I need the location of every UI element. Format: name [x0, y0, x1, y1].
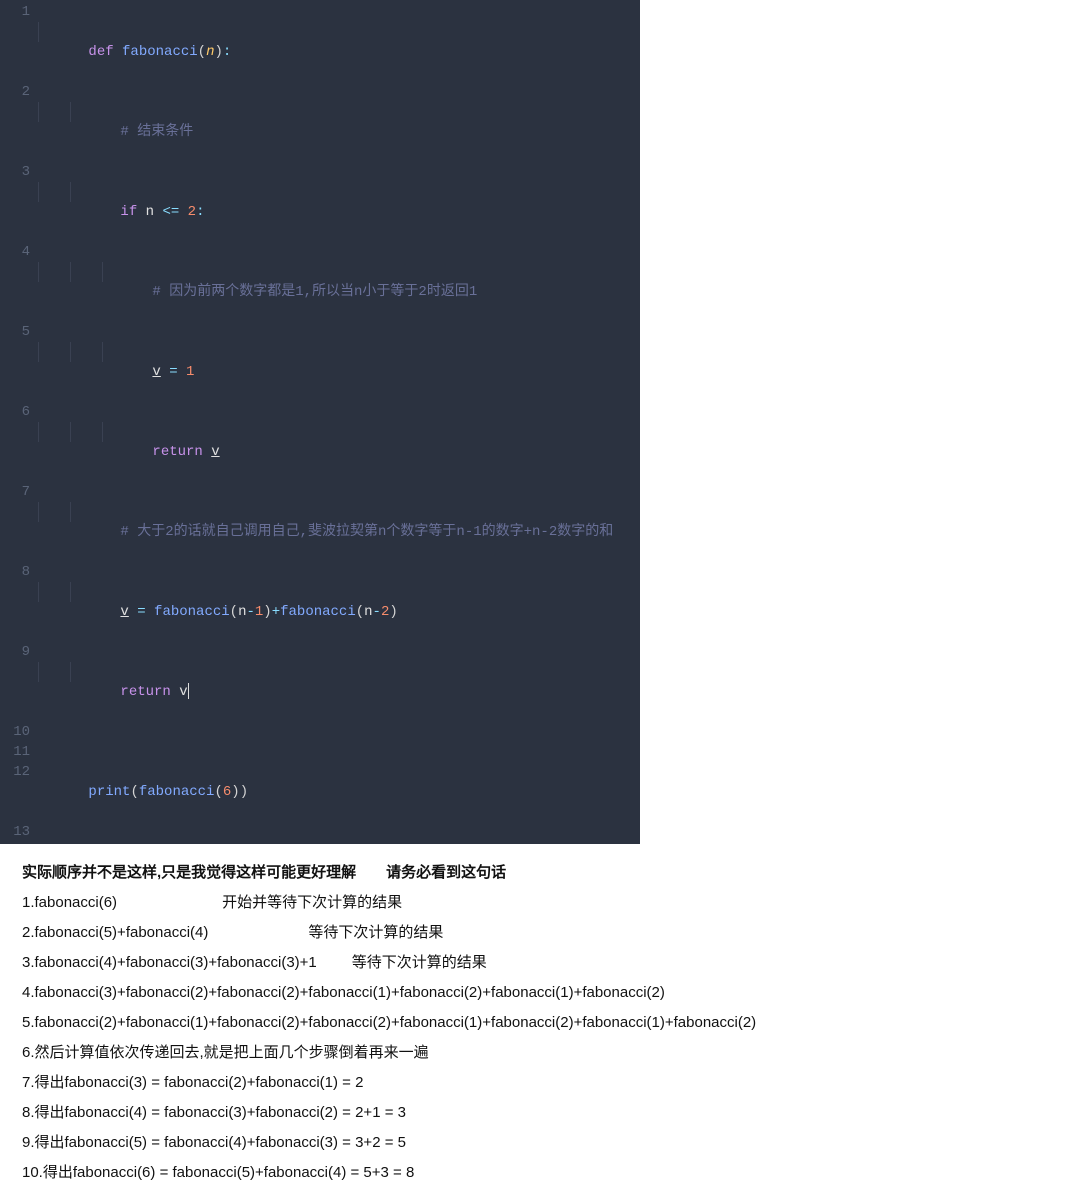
- step-10: 10.得出fabonacci(6) = fabonacci(5)+fabonac…: [22, 1158, 1060, 1188]
- code-line: 2 # 结束条件: [0, 82, 640, 162]
- code-line: 12 print(fabonacci(6)): [0, 762, 640, 822]
- code-line: 4 # 因为前两个数字都是1,所以当n小于等于2时返回1: [0, 242, 640, 322]
- title-part-b: 请务必看到这句话: [386, 864, 506, 881]
- line-number: 6: [0, 402, 38, 482]
- code-line: 1 def fabonacci(n):: [0, 2, 640, 82]
- number: 1: [186, 364, 194, 380]
- code-editor: 1 def fabonacci(n): 2 # 结束条件 3 if n <= 2…: [0, 0, 640, 844]
- line-number: 10: [0, 722, 38, 742]
- code-line: 13: [0, 822, 640, 842]
- var: n: [146, 204, 154, 220]
- code-line: 5 v = 1: [0, 322, 640, 402]
- line-number: 2: [0, 82, 38, 162]
- keyword-if: if: [120, 204, 145, 220]
- paren: (: [356, 604, 364, 620]
- line-number: 4: [0, 242, 38, 322]
- comment: # 大于2的话就自己调用自己,斐波拉契第n个数字等于n-1的数字+n-2数字的和: [120, 524, 613, 540]
- paren: (: [198, 44, 206, 60]
- var: v: [152, 364, 160, 380]
- paren: ): [231, 784, 239, 800]
- code-line: 8 v = fabonacci(n-1)+fabonacci(n-2): [0, 562, 640, 642]
- step-8: 8.得出fabonacci(4) = fabonacci(3)+fabonacc…: [22, 1098, 1060, 1128]
- step-1a: 1.fabonacci(6): [22, 894, 117, 911]
- number: 6: [223, 784, 231, 800]
- paren: (: [230, 604, 238, 620]
- code-line: 7 # 大于2的话就自己调用自己,斐波拉契第n个数字等于n-1的数字+n-2数字…: [0, 482, 640, 562]
- step-2b: 等待下次计算的结果: [308, 924, 443, 941]
- line-number: 8: [0, 562, 38, 642]
- code-line: 3 if n <= 2:: [0, 162, 640, 242]
- line-number: 7: [0, 482, 38, 562]
- colon: :: [196, 204, 204, 220]
- code-line: 11: [0, 742, 640, 762]
- colon: :: [223, 44, 231, 60]
- number: 2: [188, 204, 196, 220]
- paren: ): [389, 604, 397, 620]
- step-5: 5.fabonacci(2)+fabonacci(1)+fabonacci(2)…: [22, 1008, 1060, 1038]
- paren: ): [263, 604, 271, 620]
- func-call: print: [88, 784, 130, 800]
- step-7: 7.得出fabonacci(3) = fabonacci(2)+fabonacc…: [22, 1068, 1060, 1098]
- line-number: 1: [0, 2, 38, 82]
- func-name: fabonacci: [122, 44, 198, 60]
- step-6: 6.然后计算值依次传递回去,就是把上面几个步骤倒着再来一遍: [22, 1038, 1060, 1068]
- paren: ): [240, 784, 248, 800]
- var: v: [211, 444, 219, 460]
- step-4: 4.fabonacci(3)+fabonacci(2)+fabonacci(2)…: [22, 978, 1060, 1008]
- paren: ): [214, 44, 222, 60]
- var: n: [364, 604, 372, 620]
- operator: <=: [154, 204, 188, 220]
- paren: (: [130, 784, 138, 800]
- comment: # 因为前两个数字都是1,所以当n小于等于2时返回1: [152, 284, 477, 300]
- line-number: 11: [0, 742, 38, 762]
- text-cursor: [188, 683, 189, 699]
- keyword-return: return: [120, 684, 179, 700]
- line-number: 9: [0, 642, 38, 722]
- keyword-return: return: [152, 444, 211, 460]
- line-number: 12: [0, 762, 38, 822]
- func-call: fabonacci: [154, 604, 230, 620]
- comment: # 结束条件: [120, 124, 193, 140]
- step-1b: 开始并等待下次计算的结果: [222, 894, 402, 911]
- operator: =: [129, 604, 154, 620]
- step-3b: 等待下次计算的结果: [352, 954, 487, 971]
- line-number: 5: [0, 322, 38, 402]
- operator: -: [246, 604, 254, 620]
- keyword-def: def: [88, 44, 122, 60]
- operator: +: [272, 604, 280, 620]
- var: v: [179, 684, 187, 700]
- operator: -: [373, 604, 381, 620]
- line-number: 3: [0, 162, 38, 242]
- step-3a: 3.fabonacci(4)+fabonacci(3)+fabonacci(3)…: [22, 954, 317, 971]
- func-call: fabonacci: [139, 784, 215, 800]
- func-call: fabonacci: [280, 604, 356, 620]
- step-9: 9.得出fabonacci(5) = fabonacci(4)+fabonacc…: [22, 1128, 1060, 1158]
- var: v: [120, 604, 128, 620]
- code-line: 10: [0, 722, 640, 742]
- code-line: 6 return v: [0, 402, 640, 482]
- line-number: 13: [0, 822, 38, 842]
- explanation-text: 实际顺序并不是这样,只是我觉得这样可能更好理解 请务必看到这句话 1.fabona…: [0, 844, 1080, 1188]
- code-line: 9 return v: [0, 642, 640, 722]
- step-2a: 2.fabonacci(5)+fabonacci(4): [22, 924, 208, 941]
- operator: =: [161, 364, 186, 380]
- title-part-a: 实际顺序并不是这样,只是我觉得这样可能更好理解: [22, 864, 356, 881]
- paren: (: [214, 784, 222, 800]
